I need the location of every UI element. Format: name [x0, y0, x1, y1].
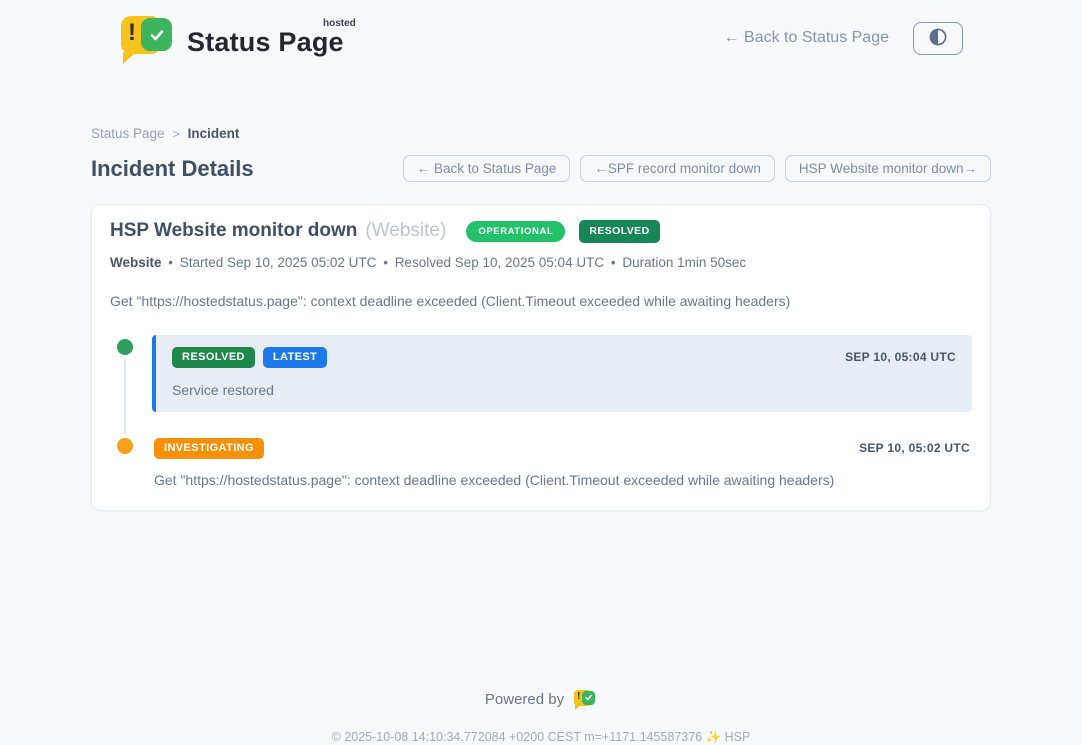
site-header: ! Status Page hosted ← Back to Status Pa…: [0, 0, 1082, 62]
previous-incident-button[interactable]: ←SPF record monitor down: [580, 155, 775, 182]
resolved-status-badge: RESOLVED: [579, 220, 659, 243]
timeline-timestamp: SEP 10, 05:04 UTC: [845, 350, 956, 364]
incident-card: HSP Website monitor down (Website) OPERA…: [91, 204, 991, 511]
logo-title: Status Page: [187, 27, 344, 57]
theme-toggle-button[interactable]: [913, 22, 963, 55]
timeline-latest-badge: LATEST: [263, 347, 327, 368]
breadcrumb-status-page[interactable]: Status Page: [91, 126, 165, 141]
check-icon: [582, 691, 595, 705]
page-title: Incident Details: [91, 156, 254, 182]
hsp-logo-icon: !: [573, 689, 597, 711]
timeline-entry-investigating: INVESTIGATING SEP 10, 05:02 UTC Get "htt…: [152, 438, 972, 488]
incident-timeline: RESOLVED LATEST SEP 10, 05:04 UTC Servic…: [110, 335, 972, 488]
incident-description: Get "https://hostedstatus.page": context…: [110, 293, 972, 309]
powered-by-label: Powered by: [485, 691, 564, 708]
timeline-line: [124, 349, 126, 440]
back-to-status-page-button[interactable]: ← Back to Status Page: [403, 155, 571, 182]
page-footer: Powered by ! © 2025-10-08 14:10:34.77208…: [0, 689, 1082, 745]
next-incident-button[interactable]: HSP Website monitor down→: [785, 155, 991, 182]
timeline-resolved-badge: RESOLVED: [172, 347, 255, 368]
timeline-timestamp: SEP 10, 05:02 UTC: [859, 441, 970, 455]
powered-by[interactable]: Powered by !: [485, 689, 597, 711]
timeline-message: Service restored: [172, 382, 956, 398]
meta-duration: Duration 1min 50sec: [622, 255, 746, 270]
timeline-dot-orange: [117, 438, 133, 454]
timeline-investigating-badge: INVESTIGATING: [154, 438, 264, 459]
incident-component: (Website): [365, 220, 446, 242]
incident-title: HSP Website monitor down: [110, 220, 357, 242]
breadcrumb: Status Page > Incident: [91, 126, 991, 141]
copyright-line: © 2025-10-08 14:10:34.772084 +0200 CEST …: [0, 730, 1082, 745]
incident-nav-buttons: ← Back to Status Page ←SPF record monito…: [403, 155, 991, 182]
meta-started: Started Sep 10, 2025 05:02 UTC: [180, 255, 377, 270]
meta-component: Website: [110, 255, 162, 270]
breadcrumb-separator: >: [173, 127, 180, 141]
main-content: Status Page > Incident Incident Details …: [91, 126, 991, 511]
header-back-to-status-page-link[interactable]: ← Back to Status Page: [724, 29, 889, 47]
breadcrumb-incident: Incident: [188, 126, 240, 141]
status-page-logo[interactable]: ! Status Page hosted: [119, 14, 344, 62]
check-icon: [141, 18, 172, 51]
logo-hosted-label: hosted: [323, 18, 356, 29]
timeline-message: Get "https://hostedstatus.page": context…: [154, 472, 970, 488]
timeline-dot-green: [117, 339, 133, 355]
operational-status-badge: OPERATIONAL: [466, 221, 565, 243]
incident-meta: Website • Started Sep 10, 2025 05:02 UTC…: [110, 255, 972, 270]
meta-resolved: Resolved Sep 10, 2025 05:04 UTC: [395, 255, 604, 270]
status-page-logo-icon: !: [119, 14, 175, 62]
timeline-entry-resolved: RESOLVED LATEST SEP 10, 05:04 UTC Servic…: [152, 335, 972, 412]
contrast-icon: [928, 27, 948, 50]
